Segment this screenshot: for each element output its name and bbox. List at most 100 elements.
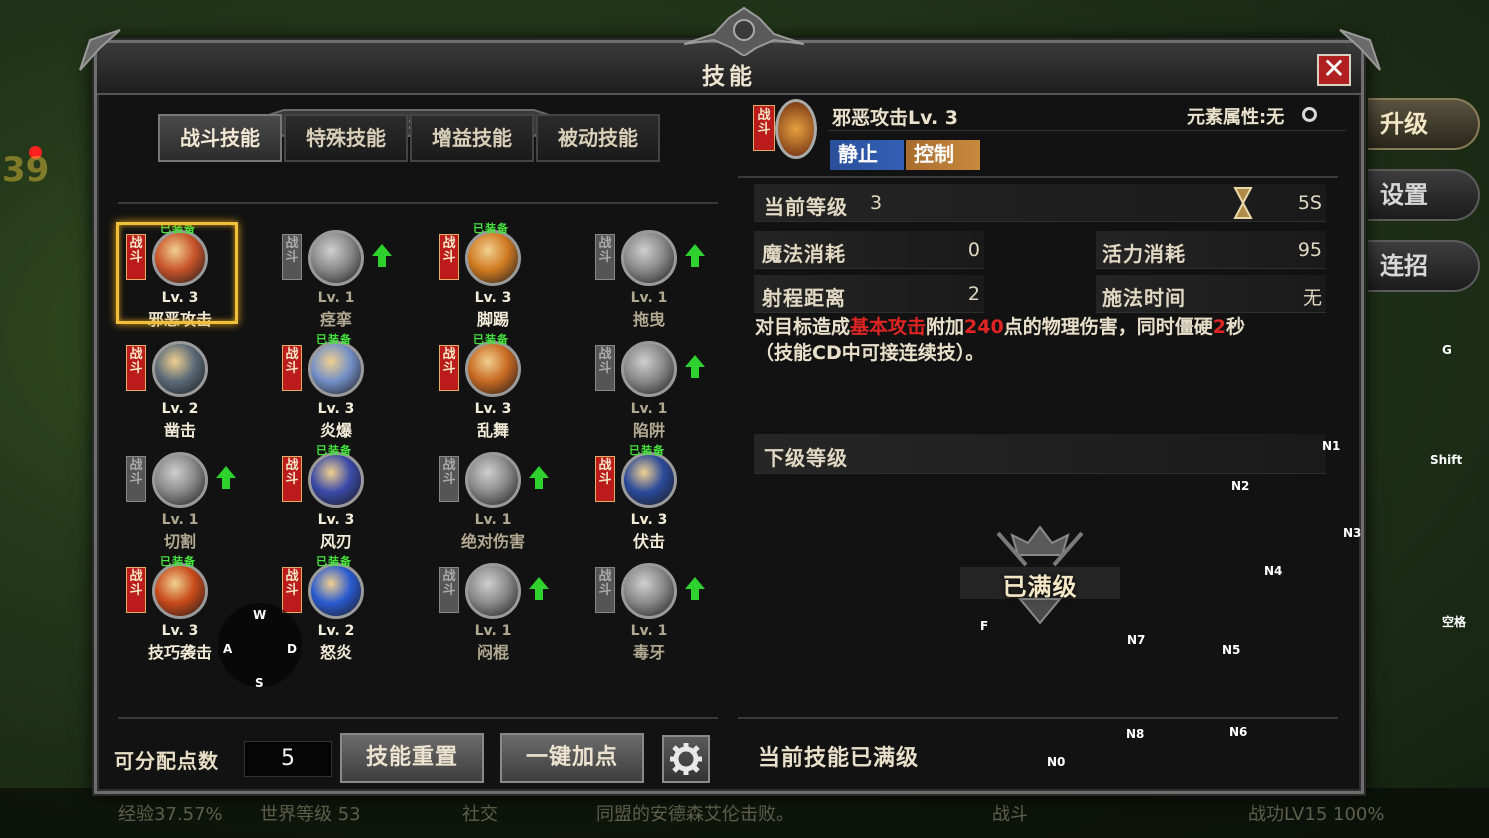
skill-name: 风刃 <box>319 532 352 551</box>
upgrade-arrow-icon[interactable] <box>685 244 705 267</box>
auto-assign-button[interactable]: 一键加点 <box>500 733 644 783</box>
selected-skill-frame <box>116 222 238 324</box>
current-level-label: 当前等级 <box>764 195 848 219</box>
upgrade-arrow-icon[interactable] <box>529 466 549 489</box>
key-hint-n8: N8 <box>1126 727 1145 741</box>
skill-icon <box>465 341 521 397</box>
skill-points-value: 5 <box>244 741 332 777</box>
key-hint-n4: N4 <box>1264 564 1283 578</box>
skill-points-label: 可分配点数 <box>114 749 219 773</box>
skill-slot[interactable]: 战斗 Lv. 1 绝对伤害 <box>433 448 583 552</box>
desc-highlight-damage: 240 <box>964 316 1004 338</box>
skill-icon <box>465 452 521 508</box>
upgrade-arrow-icon[interactable] <box>216 466 236 489</box>
equipped-label: 已装备 <box>316 333 352 346</box>
skill-icon <box>152 341 208 397</box>
upgrade-arrow-icon[interactable] <box>685 577 705 600</box>
skill-level: Lv. 3 <box>474 401 512 417</box>
gear-button[interactable] <box>662 735 710 783</box>
skill-reset-button[interactable]: 技能重置 <box>340 733 484 783</box>
skill-slot[interactable]: 战斗 Lv. 1 切割 <box>120 448 270 552</box>
skill-slot[interactable]: 战斗 已装备 Lv. 3 脚踢 <box>433 222 583 330</box>
combat-badge: 战斗 <box>439 567 459 613</box>
skill-slot[interactable]: 战斗 Lv. 1 痉挛 <box>276 226 426 330</box>
cast-time-label: 施法时间 <box>1102 286 1186 310</box>
skill-slot[interactable]: 战斗 已装备 Lv. 3 风刃 <box>276 444 426 552</box>
combat-badge: 战斗 <box>282 234 302 280</box>
skill-level: Lv. 3 <box>317 512 355 528</box>
social-text[interactable]: 社交 <box>462 800 498 826</box>
equipped-label: 已装备 <box>629 444 665 457</box>
combat-badge: 战斗 <box>595 567 615 613</box>
hourglass-icon <box>1232 186 1254 220</box>
vigor-label: 活力消耗 <box>1102 242 1186 266</box>
skill-slot[interactable]: 战斗 Lv. 1 拖曳 <box>589 226 739 330</box>
gear-icon <box>670 743 702 775</box>
skill-icon <box>621 230 677 286</box>
cast-time-value: 无 <box>1302 287 1322 309</box>
settings-side-button[interactable]: 设置 <box>1368 169 1480 221</box>
upgrade-arrow-icon[interactable] <box>372 244 392 267</box>
vigor-row: 活力消耗 95 <box>1096 231 1326 269</box>
skill-level: Lv. 1 <box>630 401 668 417</box>
skill-slot[interactable]: 战斗 已装备 Lv. 3 乱舞 <box>433 333 583 441</box>
skill-slot[interactable]: 战斗 Lv. 1 毒牙 <box>589 559 739 663</box>
combat-badge: 战斗 <box>126 456 146 502</box>
skill-icon <box>621 563 677 619</box>
key-hint-n0: N0 <box>1047 755 1066 769</box>
skill-level: Lv. 1 <box>474 623 512 639</box>
skill-slot[interactable]: 战斗 Lv. 2 凿击 <box>120 337 270 441</box>
key-hint-w: W <box>253 608 267 622</box>
upgrade-arrow-icon[interactable] <box>529 577 549 600</box>
detail-skill-name: 邪恶攻击Lv. 3 <box>832 107 958 129</box>
equipped-label: 已装备 <box>473 222 509 235</box>
levelup-side-button[interactable]: 升级 <box>1368 98 1480 150</box>
skill-name: 伏击 <box>632 532 665 551</box>
tabs-divider <box>118 202 718 204</box>
skill-name: 毒牙 <box>632 643 665 662</box>
tag-static: 静止 <box>830 140 904 170</box>
skill-icon <box>308 563 364 619</box>
key-hint-space: 空格 <box>1442 615 1467 629</box>
skill-slot[interactable]: 战斗 Lv. 1 闷棍 <box>433 559 583 663</box>
skill-icon <box>308 230 364 286</box>
skill-level: Lv. 1 <box>630 623 668 639</box>
skill-slot[interactable]: 战斗 已装备 Lv. 3 炎爆 <box>276 333 426 441</box>
skill-name: 陷阱 <box>632 421 665 440</box>
exp-text: 经验37.57% <box>118 804 223 825</box>
skill-level: Lv. 3 <box>630 512 668 528</box>
skill-maxed-message: 当前技能已满级 <box>758 746 920 771</box>
range-row: 射程距离 2 <box>754 275 984 313</box>
skill-level: Lv. 1 <box>317 290 355 306</box>
skill-name: 脚踢 <box>476 310 509 329</box>
key-hint-a: A <box>223 642 233 656</box>
skill-slot[interactable]: 战斗 Lv. 1 陷阱 <box>589 337 739 441</box>
world-level-text: 世界等级 53 <box>260 804 361 825</box>
mana-label: 魔法消耗 <box>762 242 846 266</box>
next-level-row: 下级等级 <box>754 434 1326 474</box>
combat-badge: 战斗 <box>595 456 615 502</box>
tab-passive[interactable]: 被动技能 <box>536 114 660 162</box>
tab-buff[interactable]: 增益技能 <box>410 114 534 162</box>
maxed-emblem-text: 已满级 <box>1002 573 1078 601</box>
skill-slot[interactable]: 战斗 已装备 Lv. 3 伏击 <box>589 444 739 552</box>
equipped-label: 已装备 <box>473 333 509 346</box>
mana-value: 0 <box>967 239 980 261</box>
combat-text[interactable]: 战斗 <box>992 800 1028 826</box>
combat-badge: 战斗 <box>282 345 302 391</box>
skill-name: 切割 <box>163 532 196 551</box>
mana-row: 魔法消耗 0 <box>754 231 984 269</box>
skill-icon <box>308 452 364 508</box>
window-title: 技能 <box>702 64 756 90</box>
skill-name: 闷棍 <box>476 643 509 662</box>
upgrade-arrow-icon[interactable] <box>685 355 705 378</box>
combat-badge: 战斗 <box>595 234 615 280</box>
tag-control: 控制 <box>906 140 980 170</box>
skill-icon <box>465 563 521 619</box>
merit-text: 战功LV15 100% <box>1248 804 1385 825</box>
tab-special[interactable]: 特殊技能 <box>284 114 408 162</box>
key-hint-n6: N6 <box>1229 725 1248 739</box>
tab-combat[interactable]: 战斗技能 <box>158 114 282 162</box>
combo-side-button[interactable]: 连招 <box>1368 240 1480 292</box>
combat-badge: 战斗 <box>595 345 615 391</box>
